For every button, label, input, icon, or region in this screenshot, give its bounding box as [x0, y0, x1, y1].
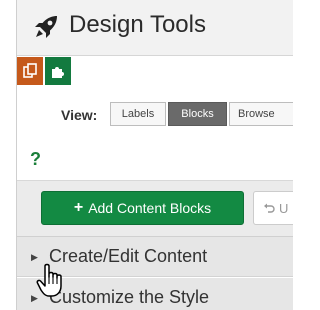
hand-cursor-icon: [36, 263, 62, 297]
section-label: Customize the Style: [49, 287, 210, 307]
puzzle-icon: [52, 67, 64, 78]
copy-tab[interactable]: [17, 57, 43, 85]
view-labels-button[interactable]: Labels: [110, 102, 166, 126]
add-content-blocks-button[interactable]: + Add Content Blocks: [41, 191, 244, 225]
plus-icon: +: [73, 199, 84, 216]
copy-icon: [23, 63, 37, 78]
action-toolbar: + Add Content Blocks U: [17, 180, 293, 237]
caret-right-icon: ▶: [31, 252, 38, 262]
section-label: Create/Edit Content: [49, 246, 208, 266]
undo-button[interactable]: U: [253, 191, 293, 225]
puzzle-tab[interactable]: [45, 57, 71, 85]
undo-label: U: [279, 200, 289, 216]
view-toggle: View: Labels Blocks Browse: [17, 99, 293, 129]
view-browse-button[interactable]: Browse: [229, 102, 293, 126]
view-label: View:: [61, 107, 98, 123]
undo-icon: [264, 203, 275, 213]
view-blocks-button[interactable]: Blocks: [168, 102, 227, 126]
add-content-blocks-label: Add Content Blocks: [88, 200, 212, 216]
help-icon[interactable]: ?: [30, 149, 41, 170]
rocket-icon: [35, 16, 57, 38]
page-title: Design Tools: [69, 11, 206, 38]
panel-header: Design Tools: [17, 0, 293, 56]
